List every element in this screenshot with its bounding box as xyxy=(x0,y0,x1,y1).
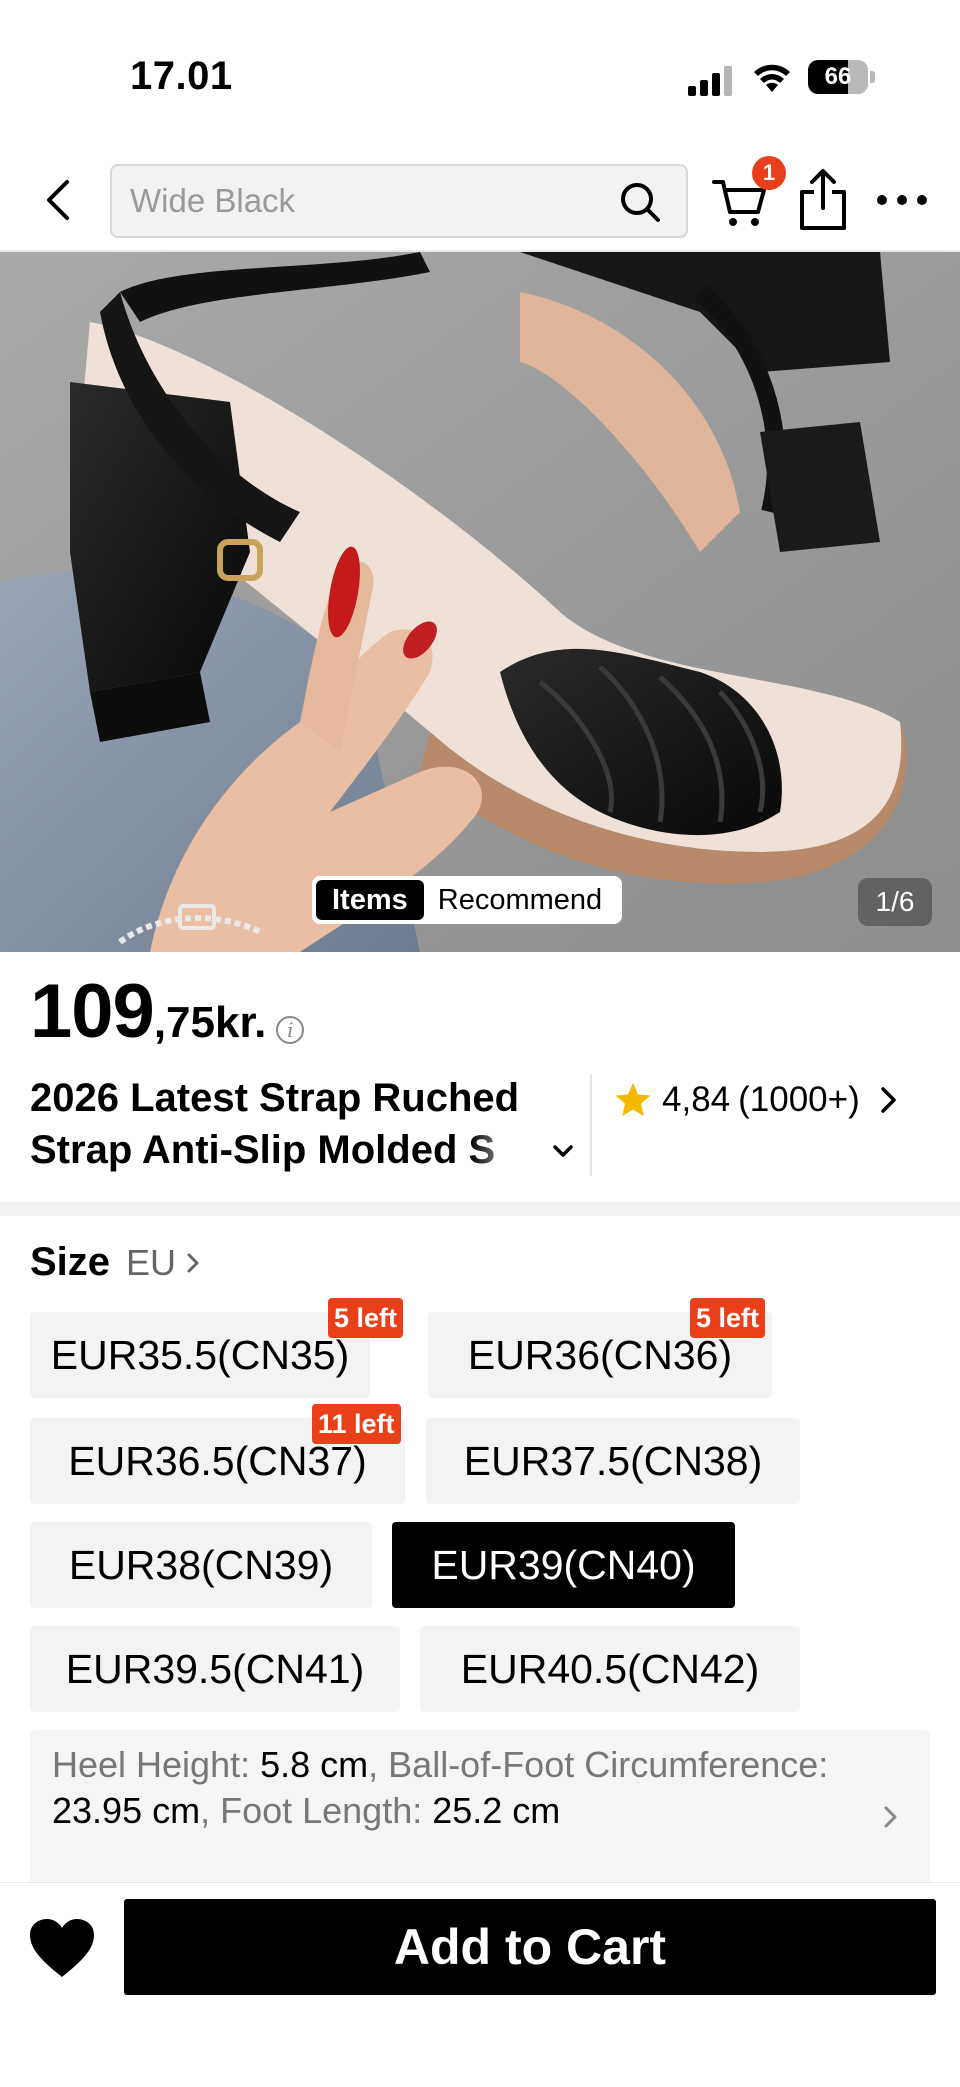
chevron-right-icon xyxy=(881,1087,896,1113)
sandal-photo xyxy=(0,252,960,952)
tab-recommend[interactable]: Recommend xyxy=(424,880,618,920)
search-icon[interactable] xyxy=(618,180,662,224)
image-mode-toggle[interactable]: Items Recommend xyxy=(312,876,623,924)
star-icon xyxy=(615,1083,651,1116)
chevron-left-icon xyxy=(47,180,69,220)
heart-icon[interactable] xyxy=(28,1917,96,1979)
chevron-right-icon xyxy=(187,1253,199,1272)
size-option-eur39-selected[interactable]: EUR39(CN40) xyxy=(392,1522,735,1608)
wifi-icon xyxy=(754,64,790,92)
size-option-eur37-5[interactable]: EUR37.5(CN38) xyxy=(426,1418,800,1504)
bottom-action-bar: Add to Cart xyxy=(0,1882,960,2087)
cart-count-badge: 1 xyxy=(752,156,786,190)
title-divider xyxy=(590,1074,592,1176)
nav-bar: Wide Black 1 xyxy=(0,150,960,252)
stock-badge: 11 left xyxy=(312,1404,401,1444)
product-image[interactable]: Items Recommend 1/6 xyxy=(0,252,960,952)
search-input[interactable]: Wide Black xyxy=(110,164,688,238)
battery-percent: 66 xyxy=(824,63,852,90)
tab-items[interactable]: Items xyxy=(316,880,424,920)
size-option-eur39-5[interactable]: EUR39.5(CN41) xyxy=(30,1626,400,1712)
price-decimal: ,75kr. xyxy=(153,998,267,1047)
size-header[interactable]: Size EU xyxy=(30,1240,202,1285)
size-measurements[interactable]: Heel Height: 5.8 cm, Ball-of-Foot Circum… xyxy=(30,1730,930,1890)
search-placeholder: Wide Black xyxy=(130,182,296,219)
size-option-eur40-5[interactable]: EUR40.5(CN42) xyxy=(420,1626,800,1712)
size-title: Size xyxy=(30,1240,111,1284)
section-divider xyxy=(0,1202,960,1216)
chevron-right-icon xyxy=(884,1806,897,1828)
status-time: 17.01 xyxy=(130,54,233,98)
measurements-text: Heel Height: 5.8 cm, Ball-of-Foot Circum… xyxy=(52,1744,829,1831)
more-options-icon[interactable] xyxy=(872,178,932,222)
rating-value: 4,84 xyxy=(662,1080,731,1119)
price-integer: 109 xyxy=(30,969,155,1054)
back-button[interactable] xyxy=(30,172,86,228)
rating-count: (1000+) xyxy=(738,1080,860,1119)
signal-icon xyxy=(688,66,732,96)
stock-badge: 5 left xyxy=(328,1298,404,1338)
product-title-line-2: Strap Anti-Slip Molded S xyxy=(30,1128,496,1172)
size-unit[interactable]: EU xyxy=(126,1242,176,1284)
product-title[interactable]: 2026 Latest Strap Ruched Strap Anti-Slip… xyxy=(30,1072,573,1176)
add-to-cart-button[interactable]: Add to Cart xyxy=(124,1899,936,1995)
stock-badge: 5 left xyxy=(690,1298,766,1338)
chevron-down-icon[interactable] xyxy=(550,1138,576,1164)
share-icon[interactable] xyxy=(796,168,850,232)
battery-icon: 66 xyxy=(808,60,876,94)
rating-summary[interactable]: 4,84 (1000+) xyxy=(614,1074,900,1126)
size-option-eur38[interactable]: EUR38(CN39) xyxy=(30,1522,372,1608)
price: 109 ,75kr. i xyxy=(30,968,305,1055)
size-option-eur35-5[interactable]: EUR35.5(CN35) xyxy=(30,1312,370,1398)
status-bar: 17.01 66 xyxy=(0,0,960,150)
image-counter: 1/6 xyxy=(858,878,932,926)
info-icon[interactable]: i xyxy=(276,1016,305,1044)
product-title-line-1: 2026 Latest Strap Ruched xyxy=(30,1076,520,1120)
